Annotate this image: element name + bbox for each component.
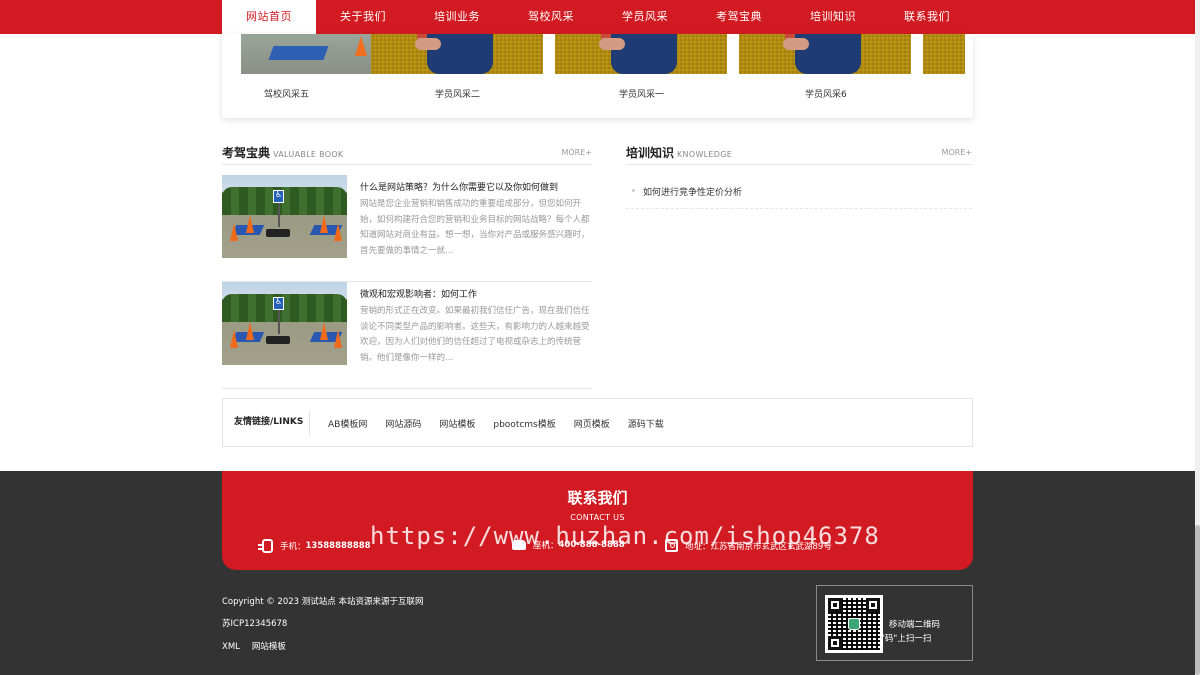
knowledge-list-item[interactable]: 如何进行竞争性定价分析	[626, 177, 972, 209]
links-list: AB模板网 网站源码 网站模板 pbootcms模板 网页模板 源码下载	[328, 417, 682, 430]
nav-item-training[interactable]: 培训业务	[410, 0, 504, 34]
page-scrollbar[interactable]	[1195, 0, 1200, 675]
friend-links: 友情链接/LINKS AB模板网 网站源码 网站模板 pbootcms模板 网页…	[222, 398, 973, 447]
knowledge-section-header: 培训知识 KNOWLEDGE MORE+	[626, 135, 972, 165]
gallery-caption[interactable]: 驾校风采五	[264, 87, 309, 100]
book-thumbnail[interactable]	[222, 175, 347, 258]
section-title: 培训知识 KNOWLEDGE	[626, 146, 733, 160]
mobile-phone-icon	[258, 539, 273, 553]
book-section-header: 考驾宝典 VALUABLE BOOK MORE+	[222, 135, 592, 165]
nav-item-school-style[interactable]: 驾校风采	[504, 0, 598, 34]
links-title: 友情链接/LINKS	[234, 417, 304, 427]
contact-subtitle: CONTACT US	[570, 513, 625, 522]
gallery-caption[interactable]: 学员风采二	[435, 87, 480, 100]
book-list-item[interactable]: 微观和宏观影响者：如何工作 营销的形式正在改变。如果最初我们信任广告，现在我们信…	[222, 282, 592, 389]
gallery-caption[interactable]: 学员风采6	[805, 87, 847, 100]
top-navbar: 网站首页 关于我们 培训业务 驾校风采 学员风采 考驾宝典 培训知识 联系我们	[0, 0, 1195, 34]
nav-item-home[interactable]: 网站首页	[222, 0, 316, 34]
gallery-image-student-6[interactable]	[739, 34, 911, 74]
knowledge-item-title[interactable]: 如何进行竞争性定价分析	[643, 185, 742, 198]
nav-item-student-style[interactable]: 学员风采	[598, 0, 692, 34]
book-item-desc: 网站是您企业营销和销售成功的重要组成部分，但您如何开始，如何构建符合您的营销和业…	[360, 199, 590, 256]
xml-link[interactable]: XML	[222, 642, 240, 652]
footer-links: XML 网站模板	[222, 640, 298, 652]
book-item-title[interactable]: 什么是网站策略？为什么你需要它以及你如何做到	[360, 180, 558, 193]
contact-phone: 手机： 13588888888	[258, 539, 371, 553]
photo-gallery: 驾校风采五 学员风采二 学员风采一 学员风采6	[222, 34, 973, 118]
friend-link[interactable]: 网页模板	[574, 417, 610, 430]
scrollbar-thumb[interactable]	[1195, 525, 1200, 675]
friend-link[interactable]: 网站源码	[385, 417, 421, 430]
book-thumbnail[interactable]	[222, 282, 347, 365]
contact-panel: 联系我们 CONTACT US 手机： 13588888888 座机： 400-88…	[222, 471, 973, 570]
phone-number: 13588888888	[305, 541, 371, 551]
friend-link[interactable]: pbootcms模板	[493, 417, 555, 430]
gallery-image-lot[interactable]	[241, 34, 371, 74]
friend-link[interactable]: 源码下载	[628, 417, 664, 430]
friend-link[interactable]: AB模板网	[328, 417, 367, 430]
section-subtitle: KNOWLEDGE	[677, 150, 733, 159]
book-item-desc: 营销的形式正在改变。如果最初我们信任广告，现在我们信任谈论不同类型产品的影响者。…	[360, 306, 590, 363]
template-link[interactable]: 网站模板	[252, 642, 286, 652]
nav-menu: 网站首页 关于我们 培训业务 驾校风采 学员风采 考驾宝典 培训知识 联系我们	[222, 0, 974, 34]
watermark-text: https://www.huzhan.com/ishop46378	[370, 522, 880, 550]
nav-item-contact[interactable]: 联系我们	[880, 0, 974, 34]
knowledge-more-link[interactable]: MORE+	[941, 148, 972, 157]
friend-link[interactable]: 网站模板	[439, 417, 475, 430]
nav-item-driving-book[interactable]: 考驾宝典	[692, 0, 786, 34]
nav-item-about[interactable]: 关于我们	[316, 0, 410, 34]
icp-number[interactable]: 苏ICP12345678	[222, 617, 287, 629]
section-title: 考驾宝典 VALUABLE BOOK	[222, 146, 344, 160]
copyright-text: Copyright © 2023 测试站点 本站资源来源于互联网	[222, 597, 424, 607]
book-list-item[interactable]: 什么是网站策略？为什么你需要它以及你如何做到 网站是您企业营销和销售成功的重要组…	[222, 175, 592, 282]
qr-code	[825, 595, 883, 653]
nav-item-knowledge[interactable]: 培训知识	[786, 0, 880, 34]
section-subtitle: VALUABLE BOOK	[273, 150, 344, 159]
contact-title: 联系我们	[567, 489, 628, 507]
gallery-caption[interactable]: 学员风采一	[619, 87, 664, 100]
qr-code-box: 移动端二维码 "码"上扫一扫	[816, 585, 973, 661]
qr-caption: 移动端二维码 "码"上扫一扫	[881, 620, 941, 644]
gallery-image-student-2[interactable]	[371, 34, 543, 74]
gallery-image-student-1[interactable]	[555, 34, 727, 74]
book-more-link[interactable]: MORE+	[561, 148, 592, 157]
qr-logo-icon	[848, 618, 860, 630]
book-item-title[interactable]: 微观和宏观影响者：如何工作	[360, 287, 477, 300]
gallery-image-next[interactable]	[923, 34, 965, 74]
divider	[309, 411, 310, 435]
bullet-icon	[632, 189, 635, 192]
